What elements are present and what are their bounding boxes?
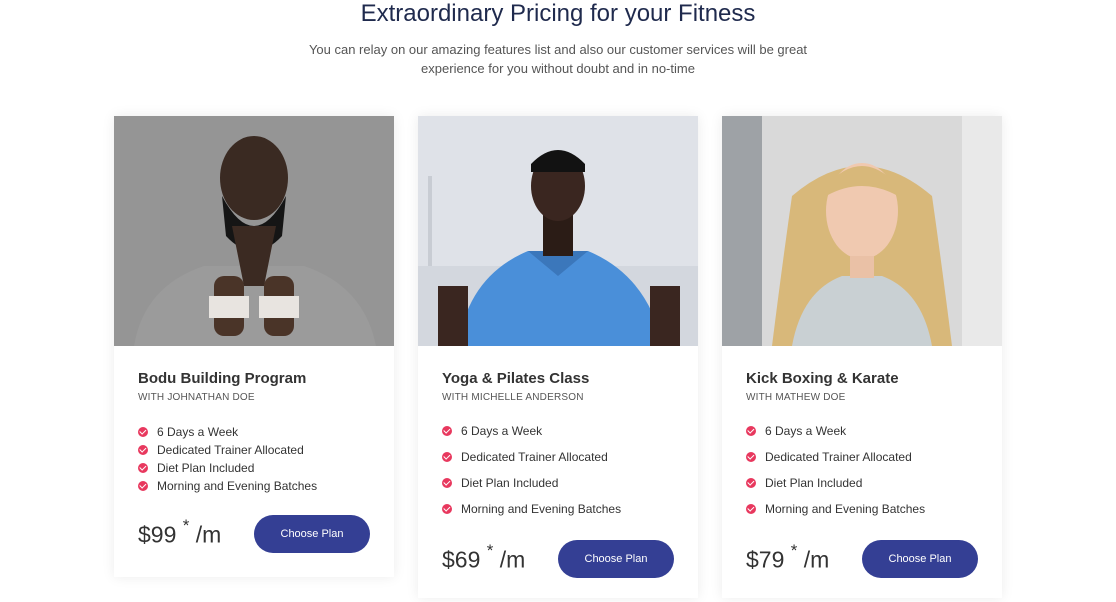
check-circle-icon [746,504,756,514]
check-circle-icon [442,478,452,488]
feature-item: 6 Days a Week [746,418,978,444]
trainer-photo [418,116,698,346]
feature-item: Morning and Evening Batches [138,477,370,495]
feature-item: Morning and Evening Batches [746,496,978,522]
feature-item: Dedicated Trainer Allocated [746,444,978,470]
plan-price: $79 * /m [746,541,830,573]
feature-item: Diet Plan Included [746,470,978,496]
check-circle-icon [746,478,756,488]
plan-price: $99 * /m [138,516,222,548]
choose-plan-button[interactable]: Choose Plan [254,515,370,553]
feature-item: 6 Days a Week [138,423,370,441]
check-circle-icon [442,504,452,514]
plan-name: Yoga & Pilates Class [442,370,590,387]
pricing-card-kick-boxing: Kick Boxing & Karate WITH MATHEW DOE 6 D… [722,116,1002,598]
feature-list: 6 Days a Week Dedicated Trainer Allocate… [746,418,978,522]
feature-list: 6 Days a Week Dedicated Trainer Allocate… [442,418,674,522]
feature-item: Dedicated Trainer Allocated [442,444,674,470]
plan-name: Bodu Building Program [138,370,307,387]
choose-plan-button[interactable]: Choose Plan [862,540,978,578]
check-circle-icon [442,426,452,436]
pricing-card-yoga-pilates: Yoga & Pilates Class WITH MICHELLE ANDER… [418,116,698,598]
trainer-name: WITH MATHEW DOE [746,392,846,403]
check-circle-icon [746,452,756,462]
feature-item: 6 Days a Week [442,418,674,444]
feature-item: Morning and Evening Batches [442,496,674,522]
feature-item: Diet Plan Included [138,459,370,477]
check-circle-icon [138,481,148,491]
section-subtitle: You can relay on our amazing features li… [308,42,808,76]
plan-name: Kick Boxing & Karate [746,370,899,387]
check-circle-icon [442,452,452,462]
pricing-card-body-building: Bodu Building Program WITH JOHNATHAN DOE… [114,116,394,577]
trainer-photo [114,116,394,346]
check-circle-icon [138,427,148,437]
trainer-name: WITH MICHELLE ANDERSON [442,392,584,403]
check-circle-icon [746,426,756,436]
trainer-name: WITH JOHNATHAN DOE [138,392,255,403]
section-title: Extraordinary Pricing for your Fitness [360,0,756,27]
plan-price: $69 * /m [442,541,526,573]
feature-list: 6 Days a Week Dedicated Trainer Allocate… [138,423,370,495]
check-circle-icon [138,445,148,455]
feature-item: Diet Plan Included [442,470,674,496]
trainer-photo [722,116,1002,346]
feature-item: Dedicated Trainer Allocated [138,441,370,459]
check-circle-icon [138,463,148,473]
choose-plan-button[interactable]: Choose Plan [558,540,674,578]
